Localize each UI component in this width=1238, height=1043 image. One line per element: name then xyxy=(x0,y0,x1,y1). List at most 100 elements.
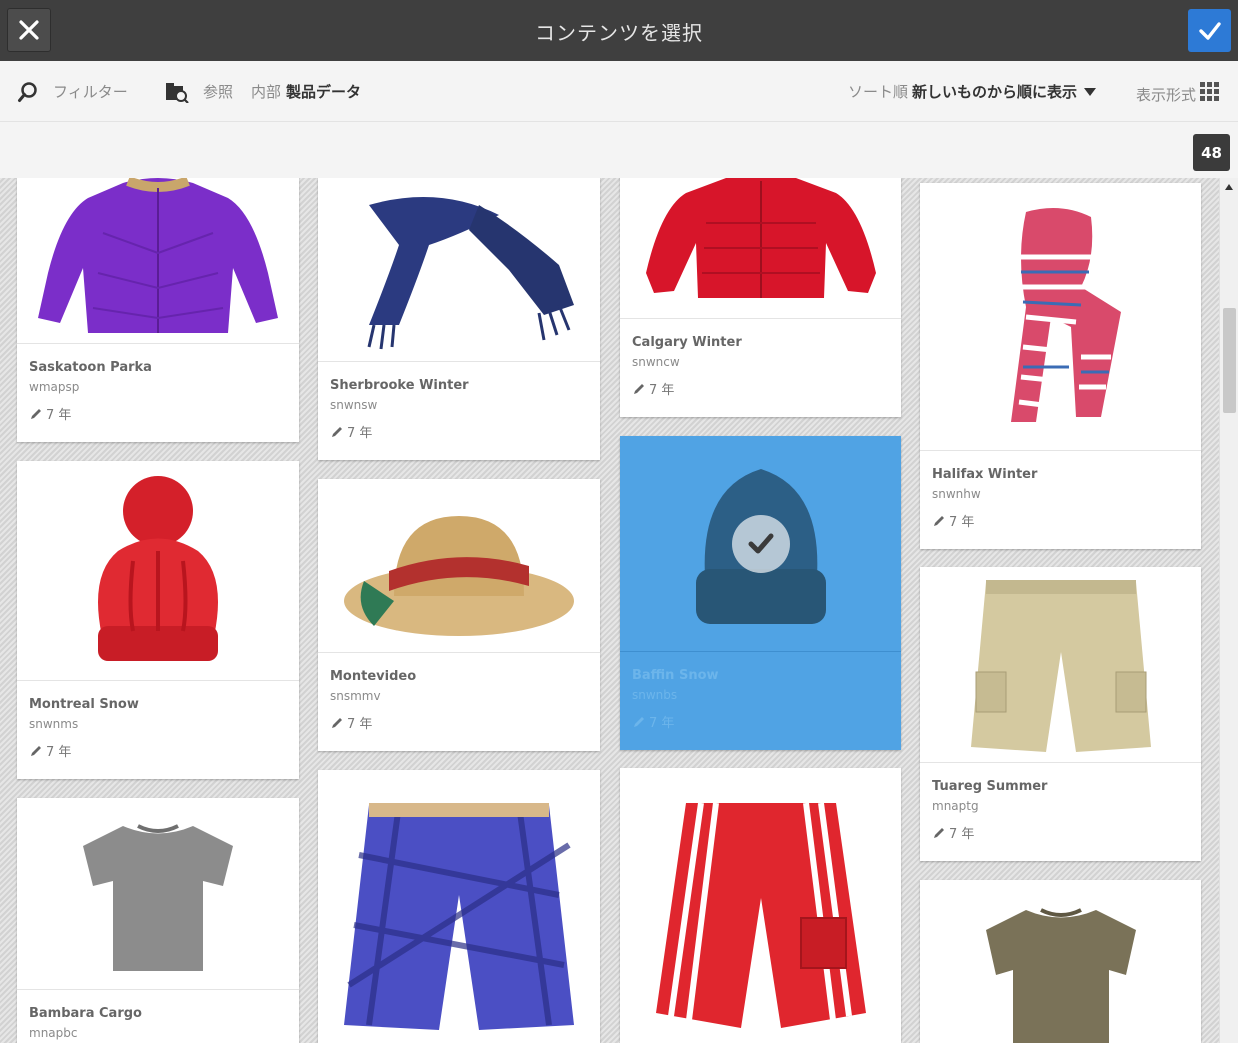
card-meta: Halifax Winter snwnhw 7 年 xyxy=(920,450,1201,549)
sort-value: 新しいものから順に表示 xyxy=(912,83,1078,101)
asset-grid: Saskatoon Parka wmapsp 7 年 Montreal Snow… xyxy=(0,178,1219,1043)
scrollbar-thumb[interactable] xyxy=(1223,308,1236,413)
card-sku: mnaptg xyxy=(932,799,979,813)
striped-scarf-image xyxy=(1010,207,1121,422)
card-tuareg-summer[interactable]: Tuareg Summer mnaptg 7 年 xyxy=(920,567,1201,861)
card-age: 7 年 xyxy=(46,408,72,423)
card-meta: Montreal Snow snwnms 7 年 xyxy=(17,680,299,779)
title-bar: コンテンツを選択 xyxy=(0,0,1238,61)
card-thumbnail xyxy=(920,880,1201,1043)
card-sherbrooke-winter[interactable]: Sherbrooke Winter snwnsw 7 年 xyxy=(318,178,600,460)
card-thumbnail xyxy=(620,178,901,318)
location-value: 製品データ xyxy=(286,83,362,101)
gray-tshirt-image xyxy=(83,824,233,971)
card-red-board-shorts[interactable] xyxy=(620,768,901,1043)
card-bambara-cargo[interactable]: Bambara Cargo mnapbc xyxy=(17,798,299,1043)
pencil-icon xyxy=(634,383,644,394)
card-title: Halifax Winter xyxy=(932,467,1038,482)
card-sku: snwnms xyxy=(29,717,79,731)
card-thumbnail xyxy=(620,436,901,651)
card-sku: snwnbs xyxy=(632,688,678,702)
card-title: Baffin Snow xyxy=(632,668,719,683)
pencil-icon xyxy=(634,716,644,727)
scroll-up-arrow-icon[interactable] xyxy=(1225,184,1233,190)
filter-label: フィルター xyxy=(53,83,128,101)
card-sku: snsmmv xyxy=(330,689,381,703)
pencil-icon xyxy=(934,515,944,526)
card-title: Montevideo xyxy=(330,669,417,684)
confirm-button[interactable] xyxy=(1188,9,1231,52)
folder-search-icon xyxy=(166,82,189,103)
card-calgary-winter[interactable]: Calgary Winter snwncw 7 年 xyxy=(620,178,901,417)
card-thumbnail xyxy=(17,798,299,989)
red-jacket-image xyxy=(645,178,876,298)
view-mode-button[interactable]: 表示形式 xyxy=(1136,61,1220,122)
card-halifax-winter[interactable]: Halifax Winter snwnhw 7 年 xyxy=(920,183,1201,549)
card-modified: 7 年 xyxy=(330,422,588,441)
toolbar: フィルター 参照 内部 製品データ ソート順 新しいものから順に表示 表示形式 xyxy=(0,61,1238,122)
card-age: 7 年 xyxy=(46,745,72,760)
pencil-icon xyxy=(934,827,944,838)
sort-dropdown[interactable]: ソート順 新しいものから順に表示 xyxy=(848,61,1097,122)
card-sku: snwncw xyxy=(632,355,680,369)
card-meta: Calgary Winter snwncw 7 年 xyxy=(620,318,901,417)
red-beanie-image xyxy=(98,475,218,661)
pencil-icon xyxy=(332,717,342,728)
pencil-icon xyxy=(31,745,41,756)
filter-button[interactable]: フィルター xyxy=(17,61,128,122)
browse-label: 参照 xyxy=(203,83,234,101)
card-meta: Sherbrooke Winter snwnsw 7 年 xyxy=(318,361,600,460)
card-age: 7 年 xyxy=(347,426,373,441)
card-title: Sherbrooke Winter xyxy=(330,378,469,393)
card-sku: mnapbc xyxy=(29,1026,78,1040)
pencil-icon xyxy=(31,408,41,419)
navy-scarf-image xyxy=(367,196,574,349)
card-modified: 7 年 xyxy=(632,379,889,398)
card-title: Saskatoon Parka xyxy=(29,360,152,375)
dropdown-arrow-icon xyxy=(1084,87,1097,96)
card-thumbnail xyxy=(17,178,299,343)
plaid-shorts-image xyxy=(344,803,574,1030)
card-thumbnail xyxy=(620,768,901,1043)
card-meta: Tuareg Summer mnaptg 7 年 xyxy=(920,762,1201,861)
page-title: コンテンツを選択 xyxy=(535,21,703,45)
vertical-scrollbar[interactable] xyxy=(1219,178,1238,1043)
card-olive-tshirt[interactable] xyxy=(920,880,1201,1043)
card-meta: Baffin Snow snwnbs 7 年 xyxy=(620,651,901,750)
card-modified: 7 年 xyxy=(29,404,287,423)
selected-check-icon xyxy=(731,514,790,573)
card-saskatoon-parka[interactable]: Saskatoon Parka wmapsp 7 年 xyxy=(17,178,299,442)
sort-prefix: ソート順 xyxy=(848,83,909,101)
card-meta: Saskatoon Parka wmapsp 7 年 xyxy=(17,343,299,442)
card-thumbnail xyxy=(17,461,299,680)
pencil-icon xyxy=(332,426,342,437)
card-montreal-snow[interactable]: Montreal Snow snwnms 7 年 xyxy=(17,461,299,779)
card-title: Tuareg Summer xyxy=(932,779,1048,794)
card-thumbnail xyxy=(318,479,600,652)
khaki-shorts-image xyxy=(970,580,1151,752)
browse-location[interactable]: 参照 内部 製品データ xyxy=(165,61,361,122)
straw-hat-image xyxy=(344,515,574,636)
card-title: Bambara Cargo xyxy=(29,1006,142,1021)
card-age: 7 年 xyxy=(649,716,675,731)
card-modified: 7 年 xyxy=(29,741,287,760)
card-title: Montreal Snow xyxy=(29,697,139,712)
card-sku: snwnhw xyxy=(932,487,981,501)
view-label: 表示形式 xyxy=(1136,86,1197,104)
card-age: 7 年 xyxy=(347,717,373,732)
card-montevideo[interactable]: Montevideo snsmmv 7 年 xyxy=(318,479,600,751)
item-count-badge: 48 xyxy=(1193,134,1230,171)
location-prefix: 内部 xyxy=(251,83,282,101)
card-age: 7 年 xyxy=(649,383,675,398)
card-meta: Bambara Cargo mnapbc xyxy=(17,989,299,1043)
card-modified: 7 年 xyxy=(932,823,1189,842)
card-thumbnail xyxy=(920,567,1201,762)
card-meta: Montevideo snsmmv 7 年 xyxy=(318,652,600,751)
card-plaid-shorts[interactable] xyxy=(318,770,600,1043)
grid-view-icon xyxy=(1200,81,1220,101)
card-baffin-snow[interactable]: Baffin Snow snwnbs 7 年 xyxy=(620,436,901,750)
count-row: 48 xyxy=(0,122,1238,178)
card-thumbnail xyxy=(318,178,600,361)
card-sku: snwnsw xyxy=(330,398,378,412)
olive-tshirt-image xyxy=(985,908,1136,1043)
